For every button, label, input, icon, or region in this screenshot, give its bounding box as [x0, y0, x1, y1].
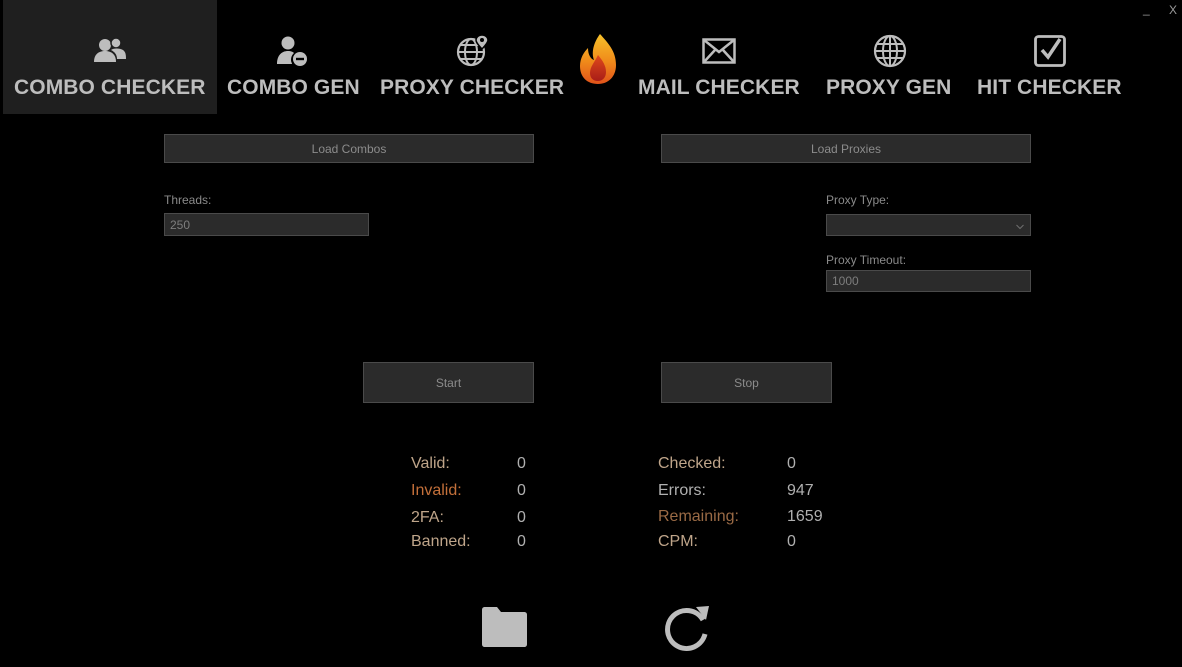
- tab-hit-checker[interactable]: HIT CHECKER: [975, 0, 1125, 114]
- tab-combo-gen[interactable]: COMBO GEN: [222, 0, 364, 114]
- flame-logo-icon: [578, 33, 618, 85]
- proxy-timeout-input[interactable]: 1000: [826, 270, 1031, 292]
- banned-value: 0: [517, 533, 526, 550]
- cpm-label: CPM:: [658, 533, 698, 550]
- envelope-icon: [701, 33, 737, 69]
- stop-button[interactable]: Stop: [661, 362, 832, 403]
- tab-combo-checker[interactable]: COMBO CHECKER: [3, 0, 217, 114]
- tab-label: PROXY CHECKER: [380, 76, 565, 99]
- proxy-timeout-label: Proxy Timeout:: [826, 253, 907, 267]
- invalid-value: 0: [517, 482, 526, 499]
- threads-input[interactable]: 250: [164, 213, 369, 236]
- valid-label: Valid:: [411, 455, 450, 472]
- tab-mail-checker[interactable]: MAIL CHECKER: [636, 0, 802, 114]
- load-combos-button[interactable]: Load Combos: [164, 134, 534, 163]
- close-button[interactable]: X: [1169, 3, 1177, 17]
- errors-value: 947: [787, 482, 814, 499]
- tab-label: COMBO GEN: [227, 76, 360, 99]
- valid-value: 0: [517, 455, 526, 472]
- app-window: _ X COMBO CHECKER COMBO GEN PROXY CHECKE…: [0, 0, 1182, 667]
- proxy-type-label: Proxy Type:: [826, 193, 890, 207]
- threads-label: Threads:: [164, 193, 212, 207]
- start-button[interactable]: Start: [363, 362, 534, 403]
- remaining-value: 1659: [787, 508, 823, 525]
- errors-label: Errors:: [658, 482, 706, 499]
- folder-icon[interactable]: [479, 606, 529, 653]
- tab-label: MAIL CHECKER: [638, 76, 800, 99]
- tab-label: PROXY GEN: [826, 76, 952, 99]
- checked-label: Checked:: [658, 455, 726, 472]
- load-proxies-button[interactable]: Load Proxies: [661, 134, 1031, 163]
- users-icon: [92, 33, 128, 69]
- proxy-type-select[interactable]: [826, 214, 1031, 236]
- globe-icon: [872, 33, 908, 69]
- twofa-label: 2FA:: [411, 509, 444, 526]
- tab-proxy-checker[interactable]: PROXY CHECKER: [378, 0, 568, 114]
- checkbox-icon: [1033, 32, 1069, 68]
- globe-pin-icon: [455, 33, 491, 69]
- invalid-label: Invalid:: [411, 482, 462, 499]
- refresh-icon[interactable]: [660, 603, 712, 658]
- tab-proxy-gen[interactable]: PROXY GEN: [824, 0, 954, 114]
- tab-label: HIT CHECKER: [977, 76, 1122, 99]
- checked-value: 0: [787, 455, 796, 472]
- chevron-down-icon: [1016, 220, 1024, 230]
- twofa-value: 0: [517, 509, 526, 526]
- cpm-value: 0: [787, 533, 796, 550]
- remaining-label: Remaining:: [658, 508, 739, 525]
- minimize-button[interactable]: _: [1143, 2, 1150, 16]
- tab-label: COMBO CHECKER: [14, 76, 206, 99]
- user-minus-icon: [274, 33, 310, 69]
- banned-label: Banned:: [411, 533, 471, 550]
